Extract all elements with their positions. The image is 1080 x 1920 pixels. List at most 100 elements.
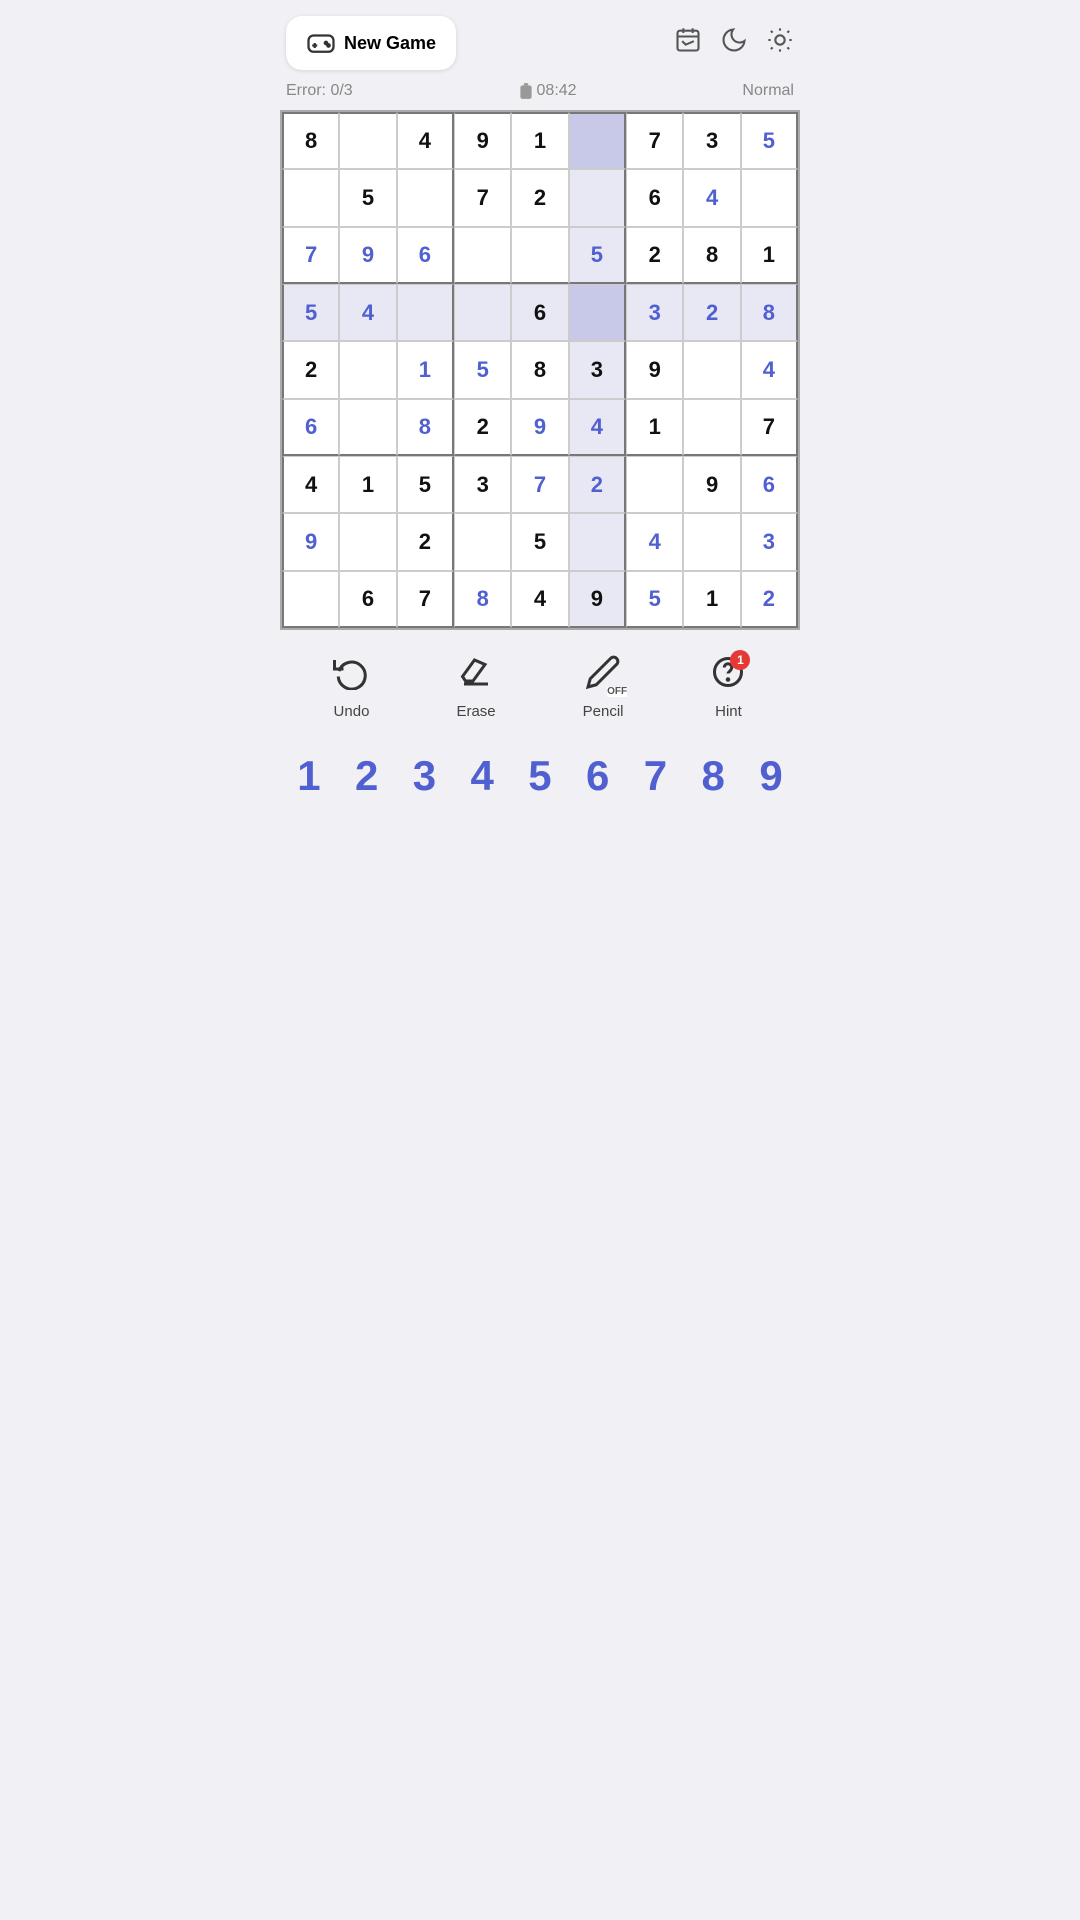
hint-button[interactable]: 1 Hint bbox=[710, 654, 746, 720]
grid-cell[interactable] bbox=[339, 399, 396, 456]
new-game-button[interactable]: New Game bbox=[286, 16, 456, 70]
grid-cell[interactable] bbox=[454, 227, 511, 284]
grid-cell[interactable] bbox=[569, 284, 626, 341]
grid-cell[interactable]: 9 bbox=[569, 571, 626, 628]
calendar-icon[interactable] bbox=[674, 26, 702, 61]
grid-cell[interactable]: 3 bbox=[569, 341, 626, 398]
grid-cell[interactable] bbox=[454, 513, 511, 570]
grid-cell[interactable] bbox=[282, 169, 339, 226]
numpad-button-5[interactable]: 5 bbox=[516, 746, 564, 806]
grid-cell[interactable]: 2 bbox=[741, 571, 798, 628]
grid-cell[interactable]: 2 bbox=[397, 513, 454, 570]
sudoku-grid: 8491735572647965281546328215839468294174… bbox=[282, 112, 798, 628]
grid-cell[interactable]: 1 bbox=[683, 571, 740, 628]
grid-cell[interactable]: 7 bbox=[626, 112, 683, 169]
grid-cell[interactable]: 2 bbox=[569, 456, 626, 513]
numpad-button-7[interactable]: 7 bbox=[631, 746, 679, 806]
grid-cell[interactable]: 4 bbox=[741, 341, 798, 398]
grid-cell[interactable] bbox=[339, 341, 396, 398]
grid-cell[interactable] bbox=[569, 513, 626, 570]
grid-cell[interactable]: 2 bbox=[511, 169, 568, 226]
settings-icon[interactable] bbox=[766, 26, 794, 61]
erase-button[interactable]: Erase bbox=[456, 654, 495, 720]
grid-cell[interactable]: 3 bbox=[626, 284, 683, 341]
grid-cell[interactable]: 8 bbox=[397, 399, 454, 456]
grid-cell[interactable]: 2 bbox=[626, 227, 683, 284]
grid-cell[interactable]: 9 bbox=[454, 112, 511, 169]
numpad-button-1[interactable]: 1 bbox=[285, 746, 333, 806]
numpad-button-4[interactable]: 4 bbox=[458, 746, 506, 806]
grid-cell[interactable] bbox=[741, 169, 798, 226]
grid-cell[interactable]: 5 bbox=[569, 227, 626, 284]
grid-cell[interactable] bbox=[397, 284, 454, 341]
grid-cell[interactable]: 1 bbox=[397, 341, 454, 398]
grid-cell[interactable]: 6 bbox=[339, 571, 396, 628]
grid-cell[interactable]: 4 bbox=[683, 169, 740, 226]
grid-cell[interactable]: 5 bbox=[741, 112, 798, 169]
grid-cell[interactable]: 5 bbox=[397, 456, 454, 513]
grid-cell[interactable]: 7 bbox=[454, 169, 511, 226]
grid-cell[interactable]: 6 bbox=[626, 169, 683, 226]
grid-cell[interactable]: 1 bbox=[511, 112, 568, 169]
grid-cell[interactable]: 8 bbox=[282, 112, 339, 169]
grid-cell[interactable]: 4 bbox=[397, 112, 454, 169]
grid-cell[interactable]: 2 bbox=[454, 399, 511, 456]
grid-cell[interactable] bbox=[569, 112, 626, 169]
grid-cell[interactable]: 7 bbox=[397, 571, 454, 628]
grid-cell[interactable] bbox=[282, 571, 339, 628]
grid-cell[interactable]: 3 bbox=[683, 112, 740, 169]
numpad-button-9[interactable]: 9 bbox=[747, 746, 795, 806]
moon-icon[interactable] bbox=[720, 26, 748, 61]
grid-cell[interactable]: 5 bbox=[339, 169, 396, 226]
grid-cell[interactable]: 5 bbox=[282, 284, 339, 341]
grid-cell[interactable] bbox=[339, 513, 396, 570]
grid-cell[interactable]: 9 bbox=[511, 399, 568, 456]
grid-cell[interactable]: 9 bbox=[683, 456, 740, 513]
numpad-button-3[interactable]: 3 bbox=[400, 746, 448, 806]
grid-cell[interactable]: 9 bbox=[339, 227, 396, 284]
numpad-button-6[interactable]: 6 bbox=[574, 746, 622, 806]
grid-cell[interactable]: 1 bbox=[339, 456, 396, 513]
grid-cell[interactable]: 9 bbox=[282, 513, 339, 570]
grid-cell[interactable]: 6 bbox=[282, 399, 339, 456]
grid-cell[interactable]: 8 bbox=[683, 227, 740, 284]
grid-cell[interactable] bbox=[339, 112, 396, 169]
grid-cell[interactable] bbox=[511, 227, 568, 284]
grid-cell[interactable]: 1 bbox=[741, 227, 798, 284]
grid-cell[interactable]: 7 bbox=[741, 399, 798, 456]
grid-cell[interactable] bbox=[569, 169, 626, 226]
grid-cell[interactable]: 2 bbox=[282, 341, 339, 398]
grid-cell[interactable] bbox=[454, 284, 511, 341]
grid-cell[interactable]: 6 bbox=[397, 227, 454, 284]
grid-cell[interactable]: 5 bbox=[454, 341, 511, 398]
grid-cell[interactable]: 9 bbox=[626, 341, 683, 398]
grid-cell[interactable] bbox=[683, 513, 740, 570]
undo-button[interactable]: Undo bbox=[333, 654, 369, 720]
grid-cell[interactable]: 7 bbox=[282, 227, 339, 284]
erase-icon bbox=[458, 654, 494, 695]
grid-cell[interactable]: 4 bbox=[569, 399, 626, 456]
numpad-button-8[interactable]: 8 bbox=[689, 746, 737, 806]
grid-cell[interactable] bbox=[397, 169, 454, 226]
grid-cell[interactable] bbox=[626, 456, 683, 513]
grid-cell[interactable]: 5 bbox=[626, 571, 683, 628]
grid-cell[interactable]: 6 bbox=[741, 456, 798, 513]
grid-cell[interactable]: 1 bbox=[626, 399, 683, 456]
grid-cell[interactable]: 8 bbox=[454, 571, 511, 628]
grid-cell[interactable]: 4 bbox=[626, 513, 683, 570]
grid-cell[interactable]: 4 bbox=[339, 284, 396, 341]
numpad-button-2[interactable]: 2 bbox=[343, 746, 391, 806]
grid-cell[interactable]: 4 bbox=[282, 456, 339, 513]
grid-cell[interactable] bbox=[683, 399, 740, 456]
grid-cell[interactable]: 4 bbox=[511, 571, 568, 628]
grid-cell[interactable]: 8 bbox=[511, 341, 568, 398]
grid-cell[interactable]: 8 bbox=[741, 284, 798, 341]
grid-cell[interactable]: 3 bbox=[741, 513, 798, 570]
pencil-button[interactable]: OFF Pencil bbox=[583, 654, 624, 720]
grid-cell[interactable]: 7 bbox=[511, 456, 568, 513]
grid-cell[interactable] bbox=[683, 341, 740, 398]
grid-cell[interactable]: 2 bbox=[683, 284, 740, 341]
grid-cell[interactable]: 6 bbox=[511, 284, 568, 341]
grid-cell[interactable]: 5 bbox=[511, 513, 568, 570]
grid-cell[interactable]: 3 bbox=[454, 456, 511, 513]
